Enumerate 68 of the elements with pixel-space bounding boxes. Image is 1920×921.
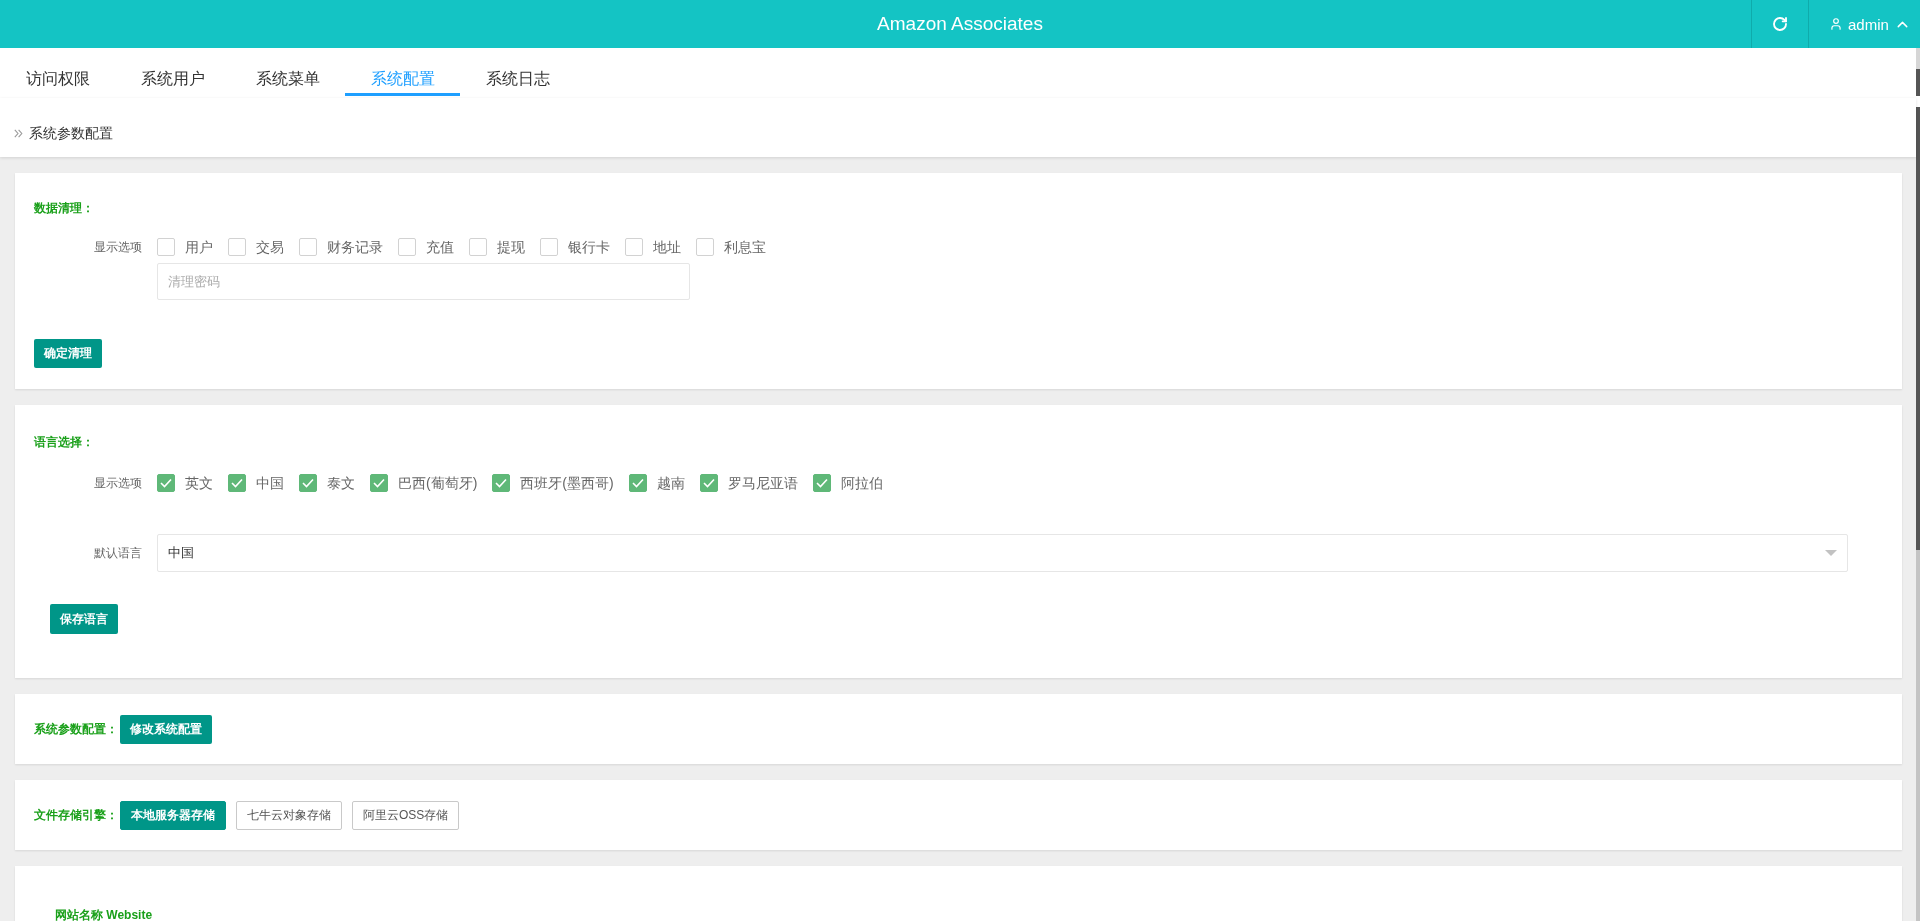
tab[interactable]: 访问权限 <box>0 48 115 96</box>
scrollbar-thumb[interactable] <box>1916 107 1920 550</box>
tab[interactable]: 系统菜单 <box>230 48 345 96</box>
checkbox-label: 罗马尼亚语 <box>727 474 798 493</box>
checkbox-label: 提现 <box>497 238 525 257</box>
section-title: 数据清理： <box>34 200 94 217</box>
checkbox-label: 交易 <box>256 238 284 257</box>
checkbox-label: 银行卡 <box>568 238 610 257</box>
field-label: 显示选项 <box>93 475 142 492</box>
checkbox-label: 财务记录 <box>327 238 383 257</box>
language-select[interactable]: 中国 <box>157 534 1848 572</box>
checkbox-label: 充值 <box>426 238 454 257</box>
checkbox-label: 越南 <box>656 474 685 493</box>
checkbox[interactable] <box>699 474 718 492</box>
checkbox-label: 用户 <box>185 238 213 257</box>
section-title: 语言选择： <box>34 434 94 451</box>
checkbox[interactable] <box>157 238 175 256</box>
checkbox[interactable] <box>628 474 647 492</box>
breadcrumb-text: 系统参数配置 <box>29 126 113 140</box>
checkbox-label: 中国 <box>256 474 284 493</box>
double-chevron-icon <box>14 129 23 138</box>
tab[interactable]: 系统用户 <box>115 48 230 96</box>
storage-option-button[interactable]: 本地服务器存储 <box>120 800 226 830</box>
checkbox[interactable] <box>540 238 558 256</box>
checkbox[interactable] <box>492 474 511 492</box>
check-icon <box>160 478 172 488</box>
tab[interactable]: 系统日志 <box>460 48 575 96</box>
app-title: Amazon Associates <box>877 12 1043 36</box>
checkbox-label: 英文 <box>185 474 213 493</box>
checkbox[interactable] <box>228 474 246 492</box>
check-icon <box>631 478 644 488</box>
confirm-cleanup-button[interactable]: 确定清理 <box>34 339 102 368</box>
checkbox[interactable] <box>812 474 831 492</box>
check-icon <box>815 478 828 488</box>
save-language-button[interactable]: 保存语言 <box>50 604 118 634</box>
checkbox-label: 利息宝 <box>724 238 766 257</box>
caret-down-icon <box>1825 550 1837 556</box>
checkbox-label: 巴西(葡萄牙) <box>398 474 478 493</box>
field-label: 默认语言 <box>93 545 142 562</box>
edit-config-button[interactable]: 修改系统配置 <box>120 714 212 744</box>
checkbox-label: 泰文 <box>327 474 355 493</box>
section-title: 网站名称 Website <box>55 907 153 921</box>
storage-option-button[interactable]: 阿里云OSS存储 <box>352 800 460 830</box>
checkbox[interactable] <box>299 474 317 492</box>
checkbox[interactable] <box>398 238 416 256</box>
check-icon <box>302 478 314 488</box>
user-icon <box>1829 17 1843 31</box>
section-title: 文件存储引擎： <box>34 807 118 824</box>
storage-option-button[interactable]: 七牛云对象存储 <box>236 800 342 830</box>
refresh-icon <box>1772 16 1788 32</box>
checkbox[interactable] <box>299 238 317 256</box>
checkbox[interactable] <box>625 238 643 256</box>
checkbox[interactable] <box>157 474 175 492</box>
checkbox[interactable] <box>469 238 487 256</box>
scrollbar-thumb[interactable] <box>1916 69 1920 96</box>
check-icon <box>702 478 715 488</box>
password-field[interactable]: 清理密码 <box>157 263 690 300</box>
check-icon <box>495 478 508 488</box>
check-icon <box>373 478 385 488</box>
field-label: 显示选项 <box>93 239 142 256</box>
section-title: 系统参数配置： <box>34 721 118 738</box>
checkbox-label: 阿拉伯 <box>840 474 883 493</box>
checkbox[interactable] <box>696 238 714 256</box>
checkbox[interactable] <box>228 238 246 256</box>
checkbox-label: 西班牙(墨西哥) <box>520 474 614 493</box>
check-icon <box>231 478 243 488</box>
checkbox[interactable] <box>370 474 388 492</box>
checkbox-label: 地址 <box>653 238 681 257</box>
